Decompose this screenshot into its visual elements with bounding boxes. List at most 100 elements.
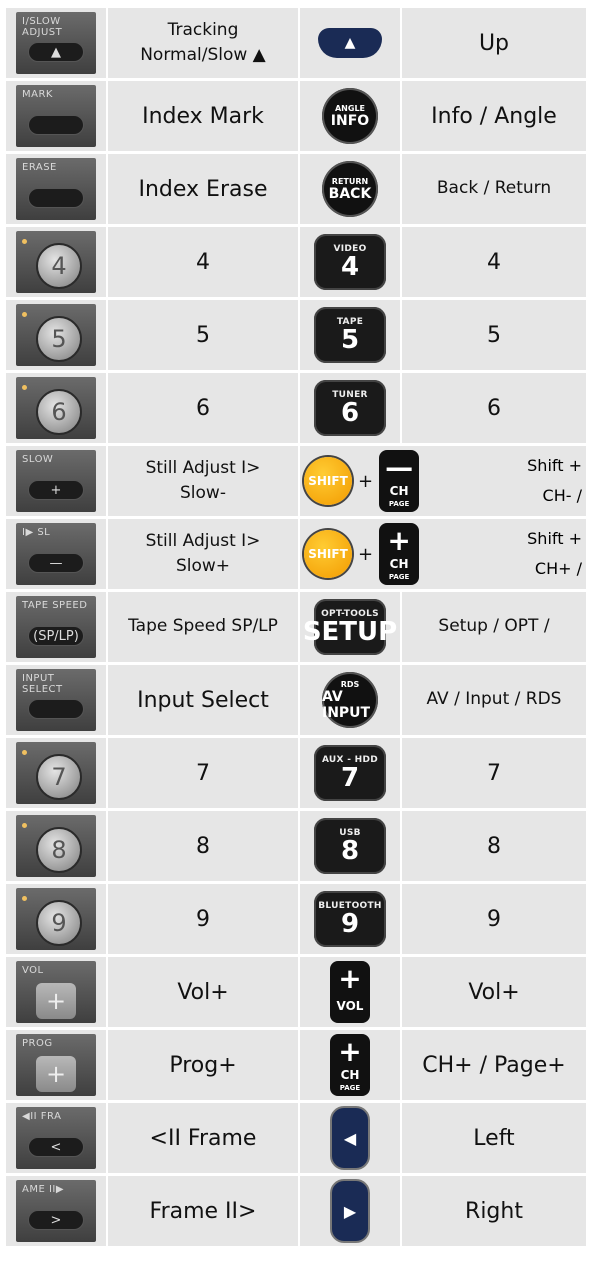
description-line: Index Mark xyxy=(142,103,264,129)
function-description: Vol+ xyxy=(402,957,586,1027)
description-text: 4 xyxy=(196,246,210,279)
description-text: 7 xyxy=(196,757,210,790)
description-line: 8 xyxy=(196,833,210,859)
button-caption: CH xyxy=(389,557,409,571)
round-button-icon: RETURN BACK xyxy=(322,161,378,217)
description-text: Frame II> xyxy=(150,1195,257,1228)
function-description: 9 xyxy=(402,884,586,954)
right-arrow-icon: ▶ xyxy=(330,1179,370,1243)
ch-rocker-icon: + CH PAGE xyxy=(379,523,420,585)
description-line: Info / Angle xyxy=(431,103,557,129)
vcr-remote-button-photo: 7 xyxy=(16,742,96,804)
button-caption: CH xyxy=(389,484,409,498)
number-button-icon: TAPE 5 xyxy=(314,307,386,363)
vcr-remote-button-photo: MARK xyxy=(16,85,96,147)
number-key-icon: 8 xyxy=(36,827,82,873)
vcr-remote-button-photo: SLOW + xyxy=(16,450,96,512)
key-label: I▶ SL xyxy=(22,527,51,538)
key-label: TAPE SPEED xyxy=(22,600,88,611)
function-description: Right xyxy=(402,1176,586,1246)
plus-key-icon: + xyxy=(36,1056,76,1092)
round-button-icon: ANGLE INFO xyxy=(322,88,378,144)
description-text: <II Frame xyxy=(150,1122,257,1155)
function-description: Setup / OPT / xyxy=(402,592,586,662)
description-text: Vol+ xyxy=(177,976,228,1009)
led-indicator xyxy=(22,385,27,390)
description-text: Left xyxy=(473,1122,514,1155)
vcr-remote-button-photo: 8 xyxy=(16,815,96,877)
button-glyph: 8 xyxy=(340,836,360,866)
description-line: Prog+ xyxy=(169,1052,237,1078)
number-key-icon: 4 xyxy=(36,243,82,289)
description-line: 4 xyxy=(196,249,210,275)
function-description: Left xyxy=(402,1103,586,1173)
right-remote-button-image: ▲ xyxy=(300,8,400,78)
button-subcaption: PAGE xyxy=(339,1084,361,1092)
function-description: Tracking Normal/Slow ▲ xyxy=(108,8,298,78)
description-line: CH- / xyxy=(542,486,582,505)
left-remote-button-image: I▶ SL — xyxy=(6,519,106,589)
left-remote-button-image: PROG + xyxy=(6,1030,106,1100)
pill-key-icon: — xyxy=(28,553,84,573)
description-line: Shift + xyxy=(527,528,582,548)
description-line: Slow+ xyxy=(175,556,231,576)
vcr-remote-button-photo: 9 xyxy=(16,888,96,950)
button-glyph: 5 xyxy=(340,325,360,355)
right-remote-button-image: + CH PAGE xyxy=(300,1030,400,1100)
plus-sign: + xyxy=(358,470,374,492)
description-line: Up xyxy=(478,30,510,56)
description-text: CH+ / Page+ xyxy=(422,1049,565,1082)
led-indicator xyxy=(22,896,27,901)
description-text: 7 xyxy=(487,757,501,790)
function-description: 6 xyxy=(402,373,586,443)
shift-button-icon: SHIFT xyxy=(304,530,352,578)
description-line: Still Adjust I> xyxy=(145,530,261,551)
description-text: Index Erase xyxy=(139,173,268,206)
function-description: AV / Input / RDS xyxy=(402,665,586,735)
shift-combo-cell: SHIFT + + CH PAGE Shift + CH+ / xyxy=(300,519,586,589)
button-caption: CH xyxy=(340,1068,360,1082)
description-text: Setup / OPT / xyxy=(438,614,549,640)
description-line: 5 xyxy=(487,322,501,348)
plus-key-icon: + xyxy=(36,983,76,1019)
rocker-button-icon: + CH PAGE xyxy=(330,1034,370,1096)
function-description: <II Frame xyxy=(108,1103,298,1173)
number-button-icon: BLUETOOTH 9 xyxy=(314,891,386,947)
number-button-icon: USB 8 xyxy=(314,818,386,874)
key-label: AME II▶ xyxy=(22,1184,65,1195)
vcr-remote-button-photo: ERASE xyxy=(16,158,96,220)
function-description: Back / Return xyxy=(402,154,586,224)
description-line: Input Select xyxy=(137,687,269,713)
left-remote-button-image: 6 xyxy=(6,373,106,443)
right-remote-button-image: RETURN BACK xyxy=(300,154,400,224)
round-button-icon: RDS AV INPUT xyxy=(322,672,378,728)
description-line: CH+ / Page+ xyxy=(422,1052,566,1078)
plus-sign: + xyxy=(358,543,374,565)
key-label: PROG xyxy=(22,1038,53,1049)
description-line: <II Frame xyxy=(149,1125,257,1151)
left-remote-button-image: SLOW + xyxy=(6,446,106,516)
description-text: Still Adjust I> Slow+ xyxy=(146,529,261,580)
key-label: SLOW xyxy=(22,454,54,465)
description-line: Tape Speed SP/LP xyxy=(128,616,278,637)
description-line: Index Erase xyxy=(138,176,268,202)
led-indicator xyxy=(22,312,27,317)
description-text: Tracking Normal/Slow ▲ xyxy=(140,18,266,69)
vcr-remote-button-photo: INPUT SELECT xyxy=(16,669,96,731)
right-remote-button-image: OPT-TOOLS SETUP xyxy=(300,592,400,662)
function-description: 4 xyxy=(402,227,586,297)
button-caption: RDS xyxy=(340,679,360,689)
vcr-remote-button-photo: I▶ SL — xyxy=(16,523,96,585)
function-description: Still Adjust I> Slow- xyxy=(108,446,298,516)
function-description: 8 xyxy=(402,811,586,881)
description-text: Up xyxy=(479,27,509,60)
description-text: 5 xyxy=(487,319,501,352)
vcr-remote-button-photo: I/SLOW ADJUST ▲ xyxy=(16,12,96,74)
number-button-icon: OPT-TOOLS SETUP xyxy=(303,599,397,655)
function-description: Prog+ xyxy=(108,1030,298,1100)
description-line: 9 xyxy=(196,906,210,932)
description-text: 6 xyxy=(196,392,210,425)
description-text: 5 xyxy=(196,319,210,352)
left-remote-button-image: MARK xyxy=(6,81,106,151)
vcr-remote-button-photo: VOL + xyxy=(16,961,96,1023)
